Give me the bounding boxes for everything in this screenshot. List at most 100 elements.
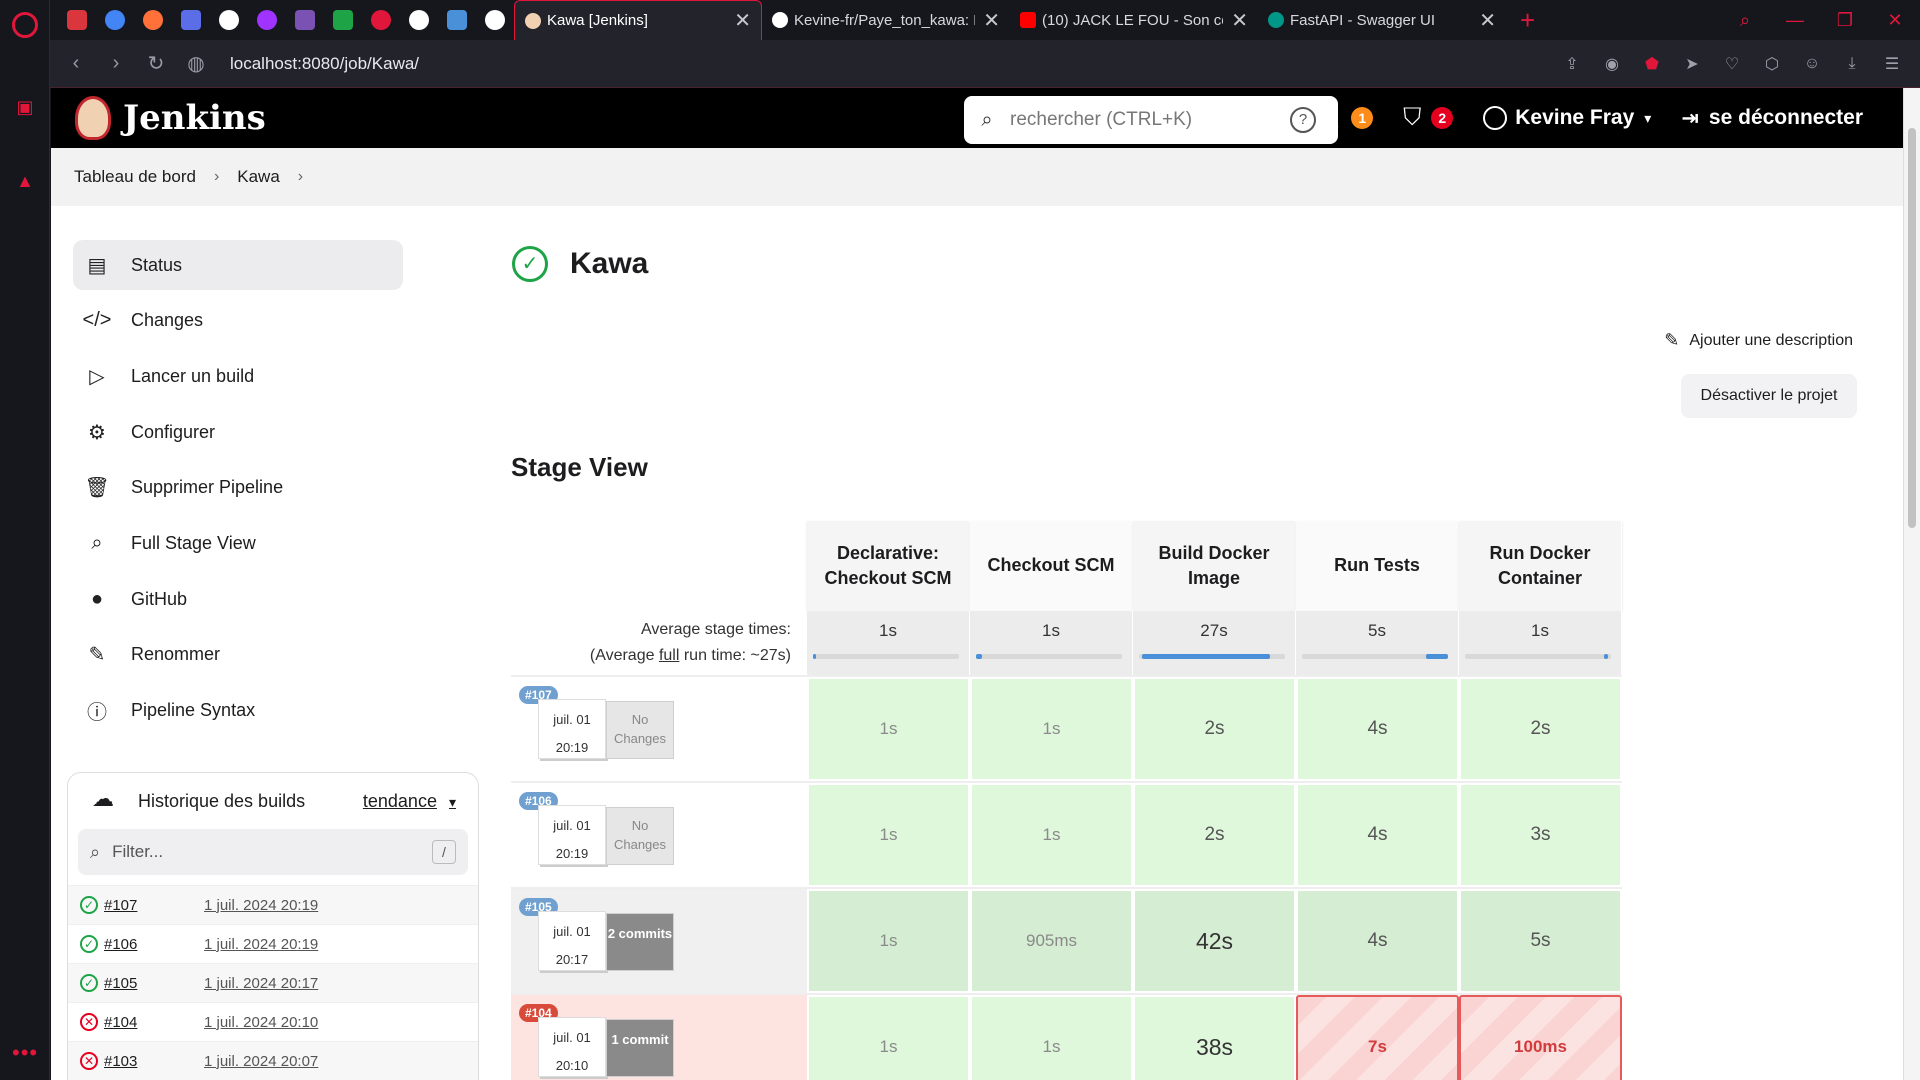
pinned-tab-info[interactable] — [400, 0, 438, 40]
pinned-tab-github[interactable] — [210, 0, 248, 40]
stage-cell[interactable]: 905ms — [970, 889, 1133, 993]
close-icon[interactable]: ✕ — [1479, 8, 1496, 33]
build-history-row[interactable]: ✕ #103 1 juil. 2024 20:07 — [68, 1041, 478, 1080]
tab-youtube[interactable]: (10) JACK LE FOU - Son com ✕ — [1010, 0, 1258, 40]
search-input[interactable] — [1010, 109, 1280, 131]
nav-delete-pipeline[interactable]: 🗑︎ Supprimer Pipeline — [73, 463, 403, 513]
profile-icon[interactable]: ☺ — [1792, 55, 1832, 73]
download-icon[interactable]: ⤓ — [1832, 55, 1872, 73]
build-number-link[interactable]: #103 — [104, 1053, 204, 1070]
stage-cell[interactable]: 42s — [1133, 889, 1296, 993]
jenkins-logo[interactable]: Jenkins — [75, 96, 266, 140]
scrollbar-thumb[interactable] — [1908, 128, 1916, 528]
back-icon[interactable]: ‹ — [56, 52, 96, 75]
forward-icon[interactable]: › — [96, 52, 136, 75]
build-number-link[interactable]: #107 — [104, 897, 204, 914]
security-shield-icon[interactable]: ⛉ — [1403, 104, 1421, 132]
nav-github[interactable]: ● GitHub — [73, 574, 403, 624]
pinned-tab-chatgpt[interactable] — [476, 0, 514, 40]
restore-icon[interactable]: ❐ — [1820, 10, 1870, 31]
easy-setup-icon[interactable]: ☰ — [1872, 54, 1912, 74]
build-date-link[interactable]: 1 juil. 2024 20:19 — [204, 936, 318, 953]
nav-pipeline-syntax[interactable]: ⓘ Pipeline Syntax — [73, 686, 403, 736]
close-icon[interactable]: ✕ — [1231, 8, 1248, 33]
build-number-link[interactable]: #106 — [104, 936, 204, 953]
stage-cell[interactable]: 4s — [1296, 889, 1459, 993]
tab-jenkins[interactable]: Kawa [Jenkins] ✕ — [514, 0, 762, 40]
trend-link[interactable]: tendance ▾ — [363, 791, 456, 812]
stage-cell[interactable]: 4s — [1296, 783, 1459, 887]
breadcrumb-kawa[interactable]: Kawa — [237, 167, 280, 187]
share-icon[interactable]: ⇪ — [1552, 54, 1592, 74]
pinned-tab-google[interactable] — [96, 0, 134, 40]
pinned-tab-red[interactable] — [362, 0, 400, 40]
logout-link[interactable]: ⇥ se déconnecter — [1681, 106, 1863, 131]
nav-changes[interactable]: </> Changes — [73, 296, 403, 346]
build-history-row[interactable]: ✓ #107 1 juil. 2024 20:19 — [68, 885, 478, 924]
build-number-link[interactable]: #104 — [104, 1014, 204, 1031]
pinned-tab-gaming[interactable] — [58, 0, 96, 40]
nav-status[interactable]: ▤ Status — [73, 240, 403, 290]
bookmark-heart-icon[interactable]: ♡ — [1712, 54, 1752, 74]
more-icon[interactable]: ••• — [12, 1040, 38, 1066]
minimize-icon[interactable]: — — [1770, 10, 1820, 31]
user-menu[interactable]: Kevine Fray ▾ — [1483, 106, 1651, 130]
stage-cell-failed[interactable]: 100ms — [1459, 995, 1622, 1080]
stage-cell[interactable]: 2s — [1133, 783, 1296, 887]
disable-project-button[interactable]: Désactiver le projet — [1681, 374, 1857, 418]
full-link[interactable]: full — [659, 647, 679, 664]
build-date-link[interactable]: 1 juil. 2024 20:19 — [204, 897, 318, 914]
tab-github[interactable]: Kevine-fr/Paye_ton_kawa: M ✕ — [762, 0, 1010, 40]
site-info-icon[interactable]: ◍ — [176, 51, 216, 76]
add-description-link[interactable]: ✎ Ajouter une description — [1664, 330, 1853, 351]
window-close-icon[interactable]: ✕ — [1870, 10, 1920, 31]
build-filter[interactable]: ⌕ Filter... / — [78, 829, 468, 875]
pinned-tab-app[interactable] — [172, 0, 210, 40]
nav-configure[interactable]: ⚙ Configurer — [73, 407, 403, 457]
stage-cell[interactable]: 5s — [1459, 889, 1622, 993]
close-icon[interactable]: ✕ — [734, 8, 751, 33]
stage-cell-failed[interactable]: 7s — [1296, 995, 1459, 1080]
aria-icon[interactable]: ▲ — [14, 170, 36, 192]
build-date-link[interactable]: 1 juil. 2024 20:10 — [204, 1014, 318, 1031]
stage-cell[interactable]: 1s — [807, 677, 970, 781]
build-history-row[interactable]: ✓ #106 1 juil. 2024 20:19 — [68, 924, 478, 963]
opera-logo-icon[interactable] — [12, 12, 38, 38]
snapshot-icon[interactable]: ◉ — [1592, 54, 1632, 74]
tab-fastapi[interactable]: FastAPI - Swagger UI ✕ — [1258, 0, 1506, 40]
nav-rename[interactable]: ✎ Renommer — [73, 630, 403, 680]
new-tab-icon[interactable]: + — [1520, 5, 1535, 36]
stage-cell[interactable]: 1s — [807, 889, 970, 993]
pinned-tab-firefox[interactable] — [134, 0, 172, 40]
stage-cell[interactable]: 2s — [1133, 677, 1296, 781]
url-field[interactable]: localhost:8080/job/Kawa/ — [230, 54, 419, 74]
notifications-badge[interactable]: 1 — [1351, 107, 1374, 129]
stage-cell[interactable]: 38s — [1133, 995, 1296, 1080]
send-icon[interactable]: ➤ — [1672, 54, 1712, 74]
build-number-link[interactable]: #105 — [104, 975, 204, 992]
stage-cell[interactable]: 1s — [970, 995, 1133, 1080]
workspace-icon[interactable]: ▣ — [14, 96, 36, 118]
stage-cell[interactable]: 2s — [1459, 677, 1622, 781]
stage-cell[interactable]: 1s — [807, 783, 970, 887]
stage-cell[interactable]: 1s — [970, 677, 1133, 781]
chevron-right-icon[interactable]: › — [298, 168, 303, 186]
pinned-tab-bootstrap[interactable] — [286, 0, 324, 40]
build-history-row[interactable]: ✓ #105 1 juil. 2024 20:17 — [68, 963, 478, 1002]
extensions-icon[interactable]: ⬡ — [1752, 54, 1792, 74]
breadcrumb-dashboard[interactable]: Tableau de bord — [74, 167, 196, 187]
stage-cell[interactable]: 1s — [970, 783, 1133, 887]
pinned-tab-notes[interactable] — [438, 0, 476, 40]
build-changes[interactable]: 2 commits — [606, 913, 674, 971]
bell-icon[interactable]: 🔔︎ — [1311, 104, 1341, 133]
build-date-link[interactable]: 1 juil. 2024 20:07 — [204, 1053, 318, 1070]
tab-search-icon[interactable]: ⌕ — [1720, 10, 1770, 31]
close-icon[interactable]: ✕ — [983, 8, 1000, 33]
pinned-tab-webflow[interactable] — [324, 0, 362, 40]
build-changes[interactable]: 1 commit — [606, 1019, 674, 1077]
stage-cell[interactable]: 1s — [807, 995, 970, 1080]
security-badge[interactable]: 2 — [1431, 107, 1454, 129]
build-date-link[interactable]: 1 juil. 2024 20:17 — [204, 975, 318, 992]
pinned-tab-messenger[interactable] — [248, 0, 286, 40]
reload-icon[interactable]: ↻ — [136, 51, 176, 76]
